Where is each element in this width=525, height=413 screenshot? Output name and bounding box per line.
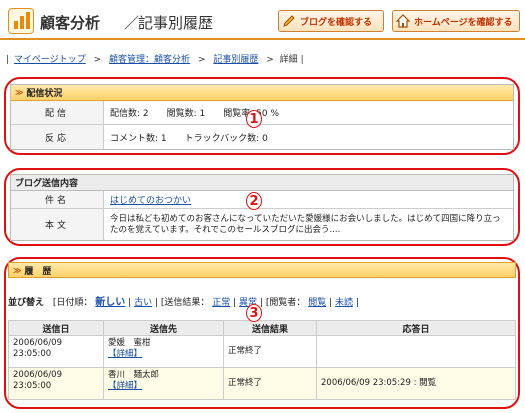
section-title: 顧客分析: [40, 14, 101, 32]
sort-oldest-link[interactable]: 古い: [134, 298, 152, 308]
pencil-icon: [281, 13, 297, 29]
double-chevron-icon: ≫: [15, 88, 24, 97]
title-separator: ／: [124, 14, 140, 32]
breadcrumb-current: 詳細: [279, 55, 298, 65]
annotation-number-1: 1: [246, 110, 262, 128]
sort-newest-link[interactable]: 新しい: [95, 297, 125, 308]
page-title: 記事別履歴: [138, 14, 214, 32]
sort-controls: 並び替え [日付順： 新しい | 古い | [送信結果： 正常 | 異常 | […: [8, 297, 359, 308]
filter-unread-link[interactable]: 未読: [335, 298, 353, 308]
blog-content-title: ブログ送信内容: [11, 175, 513, 191]
breadcrumb-customer-analysis[interactable]: 顧客管理：顧客分析: [109, 55, 190, 65]
table-row: 2006/06/09 23:05:00 香川 麺太郎 【詳細】 正常終了 2006/…: [8, 367, 516, 400]
blog-subject-link[interactable]: はじめてのおつかい: [110, 193, 191, 206]
delivery-status-title: ≫ 配信状況: [11, 85, 513, 101]
history-title-bar: ≫ 履 歴: [8, 262, 516, 278]
history-title: 履 歴: [24, 266, 52, 277]
blog-body-text: 今日は私ども初めてのお客さんになっていただいた愛媛様にお会いしました。はじめて四…: [110, 213, 501, 235]
history-table: 送信日 送信先 送信結果 応答日 2006/06/09 23:05:00 愛媛 蜜…: [8, 320, 516, 400]
delivery-status-panel: ≫ 配信状況 配信 配信数: 2 閲覧数: 1 閲覧率: 50 % 反応 コメン…: [10, 84, 514, 150]
col-recipient: 送信先: [103, 320, 224, 336]
blog-content-panel: ブログ送信内容 件名 はじめてのおつかい 本文 今日は私ども初めてのお客さんにな…: [10, 174, 514, 241]
header-divider: [0, 38, 525, 40]
delivery-counts: 配信数: 2 閲覧数: 1 閲覧率: 50 %: [110, 109, 279, 119]
filter-viewed-link[interactable]: 閲覧: [308, 298, 326, 308]
col-send-result: 送信結果: [223, 320, 317, 336]
check-blog-button[interactable]: ブログを確認する: [278, 10, 384, 32]
check-homepage-label: ホームページを確認する: [414, 17, 513, 28]
sort-label: 並び替え: [8, 298, 45, 308]
home-icon: [395, 13, 411, 29]
detail-link[interactable]: 【詳細】: [108, 381, 142, 391]
chart-icon: [8, 8, 34, 34]
breadcrumb: | マイページトップ > 顧客管理：顧客分析 > 記事別履歴 > 詳細 |: [6, 55, 304, 65]
subject-label: 件名: [11, 191, 104, 208]
col-send-date: 送信日: [8, 320, 104, 336]
annotation-number-2: 2: [246, 192, 262, 210]
check-homepage-button[interactable]: ホームページを確認する: [392, 10, 520, 32]
annotation-number-3: 3: [246, 304, 262, 322]
page-header: 顧客分析 ／ 記事別履歴 ブログを確認する ホームページを確認する: [0, 0, 525, 44]
detail-link[interactable]: 【詳細】: [108, 349, 142, 359]
body-label: 本文: [11, 209, 104, 240]
breadcrumb-article-history[interactable]: 記事別履歴: [213, 55, 258, 65]
reaction-counts: コメント数: 1 トラックバック数: 0: [110, 133, 268, 144]
table-row: 2006/06/09 23:05:00 愛媛 蜜柑 【詳細】 正常終了: [8, 335, 516, 368]
col-response-date: 応答日: [316, 320, 516, 336]
double-chevron-icon: ≫: [13, 265, 22, 275]
delivery-label: 配信: [11, 101, 104, 124]
breadcrumb-mypage-top[interactable]: マイページトップ: [14, 55, 86, 65]
check-blog-label: ブログを確認する: [300, 17, 373, 28]
filter-normal-link[interactable]: 正常: [212, 298, 230, 308]
reaction-label: 反応: [11, 125, 104, 149]
